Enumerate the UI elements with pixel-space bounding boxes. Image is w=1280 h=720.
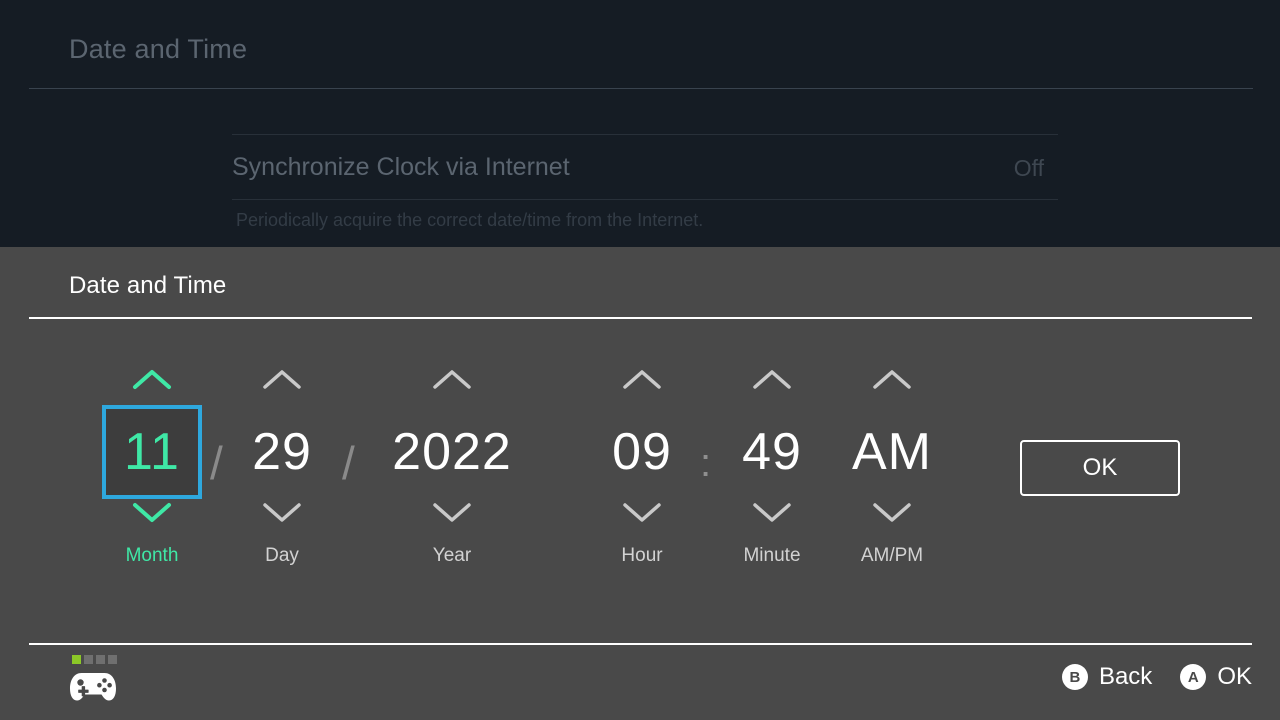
picker-field-year[interactable]: 2022 Year bbox=[382, 359, 522, 627]
hint-ok[interactable]: A OK bbox=[1180, 663, 1252, 691]
page-title-divider bbox=[29, 88, 1253, 89]
controller-player-leds bbox=[72, 655, 117, 664]
date-time-picker: 11 Month / 29 Day bbox=[0, 247, 1280, 643]
month-value: 11 bbox=[124, 426, 180, 478]
ampm-value-box: AM bbox=[832, 405, 952, 499]
setting-row-label: Synchronize Clock via Internet bbox=[232, 153, 570, 182]
picker-field-month[interactable]: 11 Month bbox=[102, 359, 202, 627]
player-led-1 bbox=[72, 655, 81, 664]
year-increment-arrow-icon[interactable] bbox=[430, 367, 474, 393]
day-value-box: 29 bbox=[232, 405, 332, 499]
hour-increment-arrow-icon[interactable] bbox=[620, 367, 664, 393]
setting-row-sync-clock[interactable]: Synchronize Clock via Internet Off bbox=[232, 134, 1058, 200]
player-led-2 bbox=[84, 655, 93, 664]
hint-ok-label: OK bbox=[1217, 663, 1252, 691]
dialog-footer: B Back A OK bbox=[0, 645, 1280, 720]
ampm-value: AM bbox=[852, 426, 932, 478]
page-title: Date and Time bbox=[69, 34, 247, 65]
year-decrement-arrow-icon[interactable] bbox=[430, 499, 474, 525]
screen: Date and Time Synchronize Clock via Inte… bbox=[0, 0, 1280, 720]
picker-field-minute[interactable]: 49 Minute bbox=[722, 359, 822, 627]
button-a-icon: A bbox=[1180, 664, 1206, 690]
day-value: 29 bbox=[252, 426, 312, 478]
ok-button[interactable]: OK bbox=[1020, 440, 1180, 496]
month-label: Month bbox=[126, 545, 179, 567]
date-time-dialog: Date and Time 11 Month / bbox=[0, 247, 1280, 720]
setting-row-description: Periodically acquire the correct date/ti… bbox=[236, 210, 703, 231]
year-value: 2022 bbox=[392, 426, 512, 478]
year-value-box: 2022 bbox=[382, 405, 522, 499]
year-label: Year bbox=[433, 545, 471, 567]
player-led-4 bbox=[108, 655, 117, 664]
day-increment-arrow-icon[interactable] bbox=[260, 367, 304, 393]
picker-field-hour[interactable]: 09 Hour bbox=[592, 359, 692, 627]
minute-decrement-arrow-icon[interactable] bbox=[750, 499, 794, 525]
minute-value: 49 bbox=[742, 426, 802, 478]
picker-field-ampm[interactable]: AM AM/PM bbox=[842, 359, 942, 627]
hint-back-label: Back bbox=[1099, 663, 1152, 691]
hour-decrement-arrow-icon[interactable] bbox=[620, 499, 664, 525]
ampm-decrement-arrow-icon[interactable] bbox=[870, 499, 914, 525]
day-label: Day bbox=[265, 545, 299, 567]
day-decrement-arrow-icon[interactable] bbox=[260, 499, 304, 525]
player-led-3 bbox=[96, 655, 105, 664]
button-hints: B Back A OK bbox=[1062, 663, 1252, 691]
button-b-icon: B bbox=[1062, 664, 1088, 690]
minute-increment-arrow-icon[interactable] bbox=[750, 367, 794, 393]
picker-field-day[interactable]: 29 Day bbox=[232, 359, 332, 627]
hour-value-box: 09 bbox=[592, 405, 692, 499]
month-value-box: 11 bbox=[102, 405, 202, 499]
hint-back[interactable]: B Back bbox=[1062, 663, 1152, 691]
date-separator-2: / bbox=[342, 440, 355, 486]
controller-status bbox=[68, 655, 128, 711]
date-separator-1: / bbox=[210, 440, 223, 486]
setting-row-value: Off bbox=[1014, 155, 1044, 182]
month-increment-arrow-icon[interactable] bbox=[130, 367, 174, 393]
hour-label: Hour bbox=[621, 545, 662, 567]
time-separator-colon: : bbox=[700, 443, 711, 483]
ampm-increment-arrow-icon[interactable] bbox=[870, 367, 914, 393]
background-settings-page: Date and Time Synchronize Clock via Inte… bbox=[0, 0, 1280, 247]
gamepad-icon bbox=[68, 667, 118, 707]
minute-label: Minute bbox=[743, 545, 800, 567]
minute-value-box: 49 bbox=[722, 405, 822, 499]
hour-value: 09 bbox=[612, 426, 672, 478]
month-decrement-arrow-icon[interactable] bbox=[130, 499, 174, 525]
ampm-label: AM/PM bbox=[861, 545, 923, 567]
